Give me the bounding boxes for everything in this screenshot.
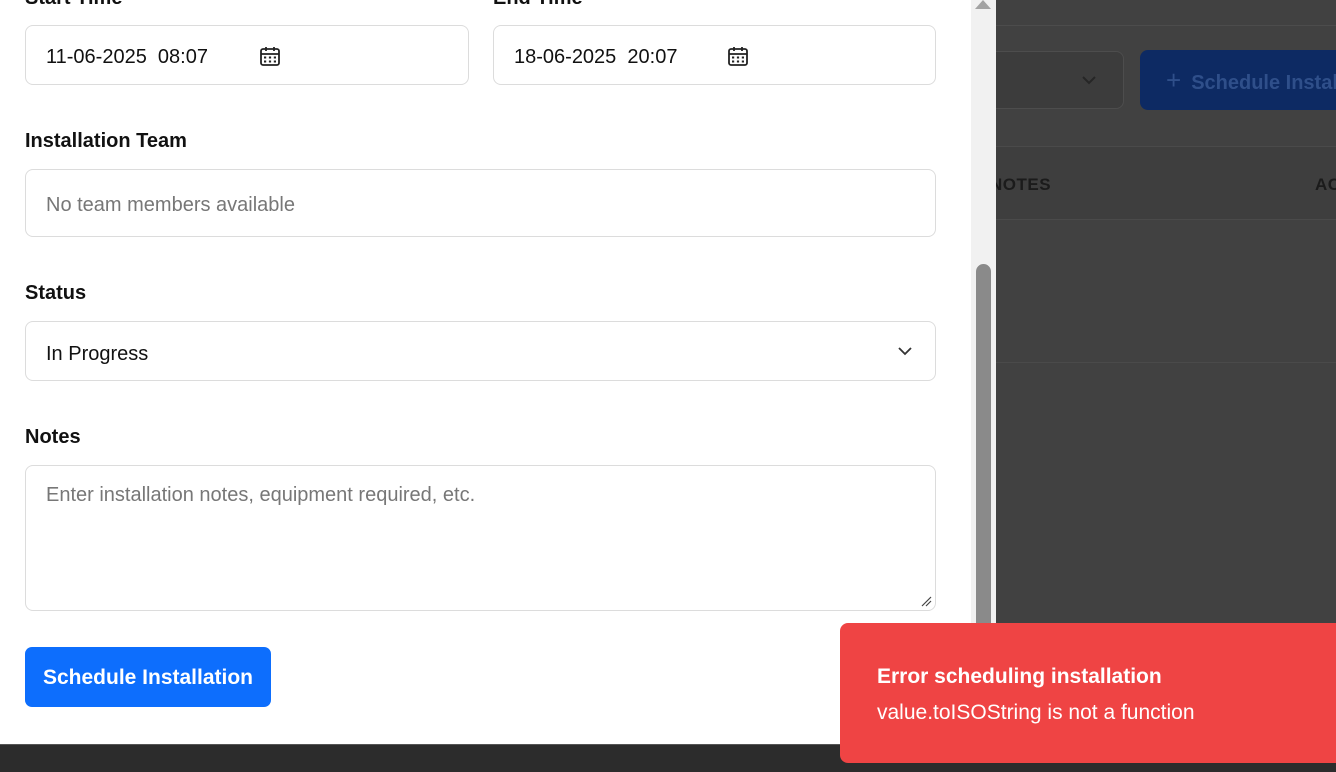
start-time-value: 11-06-2025 08:07 bbox=[46, 46, 208, 68]
chevron-down-icon bbox=[1082, 76, 1096, 85]
calendar-icon[interactable] bbox=[259, 45, 281, 67]
background-topbar bbox=[996, 0, 1336, 26]
end-time-input[interactable]: 18-06-2025 20:07 bbox=[493, 25, 936, 85]
end-time-value: 18-06-2025 20:07 bbox=[514, 46, 678, 68]
table-header-notes: NOTES bbox=[990, 175, 1052, 194]
end-time-label: End Time bbox=[493, 0, 583, 10]
installation-team-field[interactable]: No team members available bbox=[25, 169, 936, 237]
background-schedule-button: + Schedule Installation bbox=[1140, 50, 1336, 110]
notes-label: Notes bbox=[25, 426, 81, 448]
scroll-up-arrow-icon[interactable] bbox=[975, 0, 991, 9]
table-divider bbox=[996, 362, 1336, 363]
calendar-icon[interactable] bbox=[727, 45, 749, 67]
start-time-label: Start Time bbox=[25, 0, 122, 10]
background-schedule-button-label: Schedule Installation bbox=[1191, 72, 1336, 94]
notes-textarea[interactable]: Enter installation notes, equipment requ… bbox=[25, 465, 936, 611]
toast-title: Error scheduling installation bbox=[877, 665, 1162, 688]
installation-team-label: Installation Team bbox=[25, 130, 187, 152]
plus-icon: + bbox=[1166, 65, 1182, 95]
toast-message: value.toISOString is not a function bbox=[877, 701, 1195, 724]
background-filter-select bbox=[976, 51, 1124, 109]
start-time-input[interactable]: 11-06-2025 08:07 bbox=[25, 25, 469, 85]
table-header-actions: ACTIONS bbox=[1315, 175, 1336, 194]
resize-handle-icon[interactable] bbox=[920, 595, 932, 607]
status-select[interactable]: In Progress bbox=[25, 321, 936, 381]
schedule-installation-button[interactable]: Schedule Installation bbox=[25, 647, 271, 707]
chevron-down-icon bbox=[898, 347, 912, 356]
notes-placeholder: Enter installation notes, equipment requ… bbox=[46, 484, 476, 506]
status-selected-value: In Progress bbox=[46, 343, 149, 365]
error-toast[interactable]: Error scheduling installation value.toIS… bbox=[840, 623, 1336, 763]
status-label: Status bbox=[25, 282, 87, 304]
background-table-header: NOTES ACTIONS bbox=[990, 146, 1336, 220]
installation-team-placeholder: No team members available bbox=[46, 194, 295, 216]
